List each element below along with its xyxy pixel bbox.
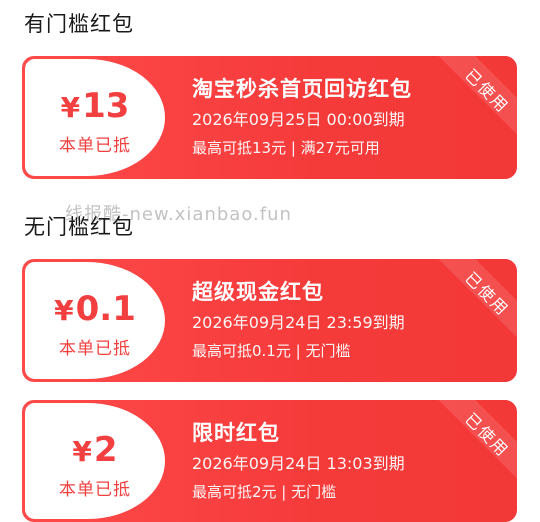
coupon-title: 淘宝秒杀首页回访红包 (192, 77, 412, 101)
coupon-rule: 最高可抵2元 | 无门槛 (192, 483, 337, 501)
section-title-no-threshold: 无门槛红包 (24, 215, 134, 239)
currency-symbol: ¥ (72, 435, 92, 468)
coupon-card-1[interactable]: ¥13 本单已抵 淘宝秒杀首页回访红包 2026年09月25日 00:00到期 … (22, 56, 517, 179)
deducted-label: 本单已抵 (59, 480, 131, 500)
coupon-stub: ¥2 本单已抵 (25, 403, 165, 519)
coupon-card-3[interactable]: ¥2 本单已抵 限时红包 2026年09月24日 13:03到期 最高可抵2元 … (22, 400, 517, 522)
coupon-expiry: 2026年09月24日 23:59到期 (192, 313, 405, 332)
coupon-info: 超级现金红包 2026年09月24日 23:59到期 最高可抵0.1元 | 无门… (192, 277, 405, 363)
deducted-label: 本单已抵 (59, 136, 131, 156)
section-title-threshold: 有门槛红包 (24, 12, 134, 36)
amount-value: 2 (93, 430, 118, 470)
coupon-card-2[interactable]: ¥0.1 本单已抵 超级现金红包 2026年09月24日 23:59到期 最高可… (22, 259, 517, 382)
coupon-amount: ¥0.1 (25, 289, 165, 331)
coupon-title: 限时红包 (192, 421, 280, 445)
coupon-amount: ¥13 (25, 86, 165, 128)
coupon-amount: ¥2 (25, 430, 165, 472)
coupon-stub: ¥13 本单已抵 (25, 59, 165, 176)
coupon-rule: 最高可抵0.1元 | 无门槛 (192, 342, 351, 360)
coupon-expiry: 2026年09月24日 13:03到期 (192, 454, 405, 473)
amount-value: 0.1 (75, 289, 136, 329)
deducted-label: 本单已抵 (59, 339, 131, 359)
coupon-rule: 最高可抵13元 | 满27元可用 (192, 139, 380, 157)
currency-symbol: ¥ (54, 294, 74, 327)
coupon-info: 淘宝秒杀首页回访红包 2026年09月25日 00:00到期 最高可抵13元 |… (192, 74, 412, 160)
coupon-info: 限时红包 2026年09月24日 13:03到期 最高可抵2元 | 无门槛 (192, 418, 405, 504)
coupon-stub: ¥0.1 本单已抵 (25, 262, 165, 379)
coupon-expiry: 2026年09月25日 00:00到期 (192, 110, 405, 129)
coupon-title: 超级现金红包 (192, 280, 324, 304)
currency-symbol: ¥ (60, 91, 81, 124)
amount-value: 13 (82, 86, 130, 126)
